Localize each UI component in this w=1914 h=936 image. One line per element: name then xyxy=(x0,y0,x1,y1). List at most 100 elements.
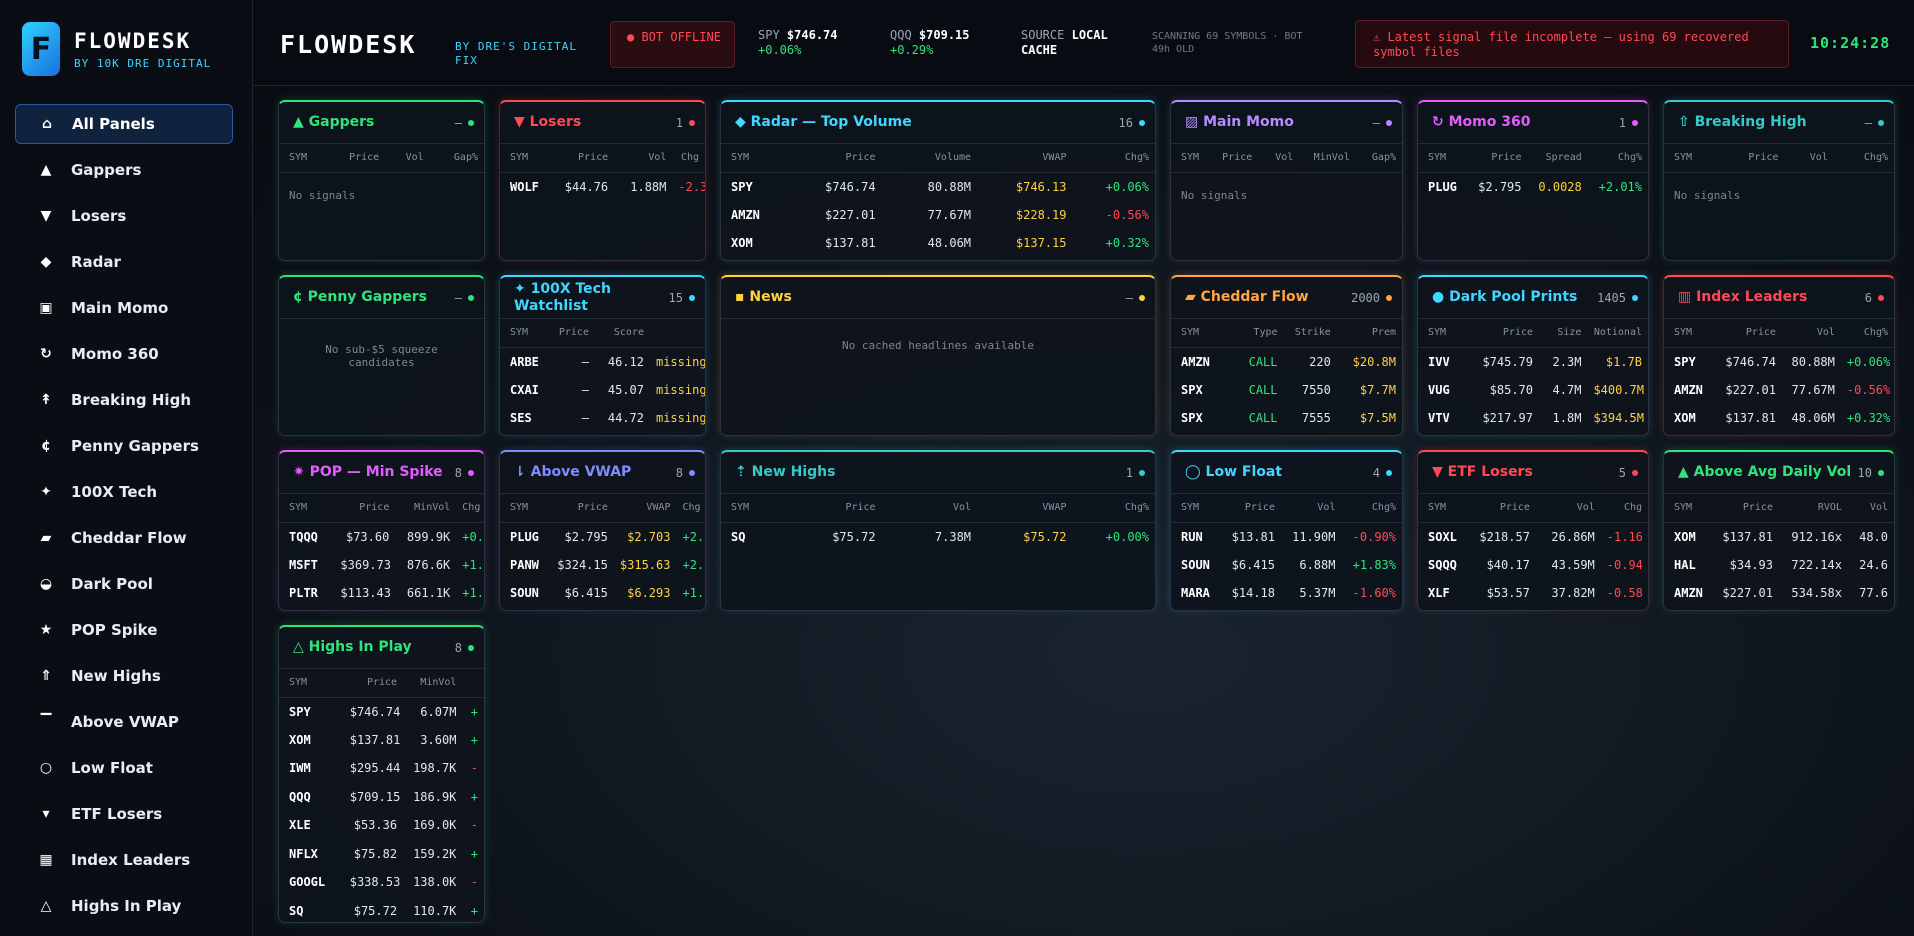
panel-header[interactable]: ▲ Above Avg Daily Vol 10 xyxy=(1664,452,1894,494)
column-header[interactable]: MinVol xyxy=(1299,144,1356,173)
sidebar-item-breaking-high[interactable]: ↟ Breaking High xyxy=(15,380,233,420)
column-header[interactable]: Score xyxy=(594,319,650,348)
table-row[interactable]: XOM $137.81 48.06M +0.32% xyxy=(1664,404,1894,433)
column-header[interactable]: SYM xyxy=(721,494,787,523)
column-header[interactable]: SYM xyxy=(500,144,552,173)
column-header[interactable] xyxy=(462,669,484,698)
sidebar-item-low-float[interactable]: ○ Low Float xyxy=(15,748,233,788)
panel-header[interactable]: △ Highs In Play 8 xyxy=(279,627,484,669)
panel-header[interactable]: ✷ POP — Min Spike 8 xyxy=(279,452,484,494)
column-header[interactable]: Chg% xyxy=(1072,144,1155,173)
column-header[interactable]: Price xyxy=(551,494,614,523)
table-row[interactable]: SOUN $6.415 $6.293 +1.8 xyxy=(500,579,705,608)
panel-header[interactable]: ⇡ New Highs 1 xyxy=(721,452,1155,494)
table-row[interactable]: XOM $137.81 912.16x 48.0 xyxy=(1664,522,1894,551)
column-header[interactable]: Vol xyxy=(1258,144,1300,173)
sidebar-item-all-panels[interactable]: ⌂ All Panels xyxy=(15,104,233,144)
column-header[interactable]: SYM xyxy=(1664,494,1716,523)
column-header[interactable]: Prem xyxy=(1336,319,1402,348)
panel-header[interactable]: ◆ Radar — Top Volume 16 xyxy=(721,102,1155,144)
panel-header[interactable]: ✦ 100X Tech Watchlist 15 xyxy=(500,277,705,319)
table-row[interactable]: AMZN $227.01 77.67M -0.56% xyxy=(1664,376,1894,405)
column-header[interactable]: SYM xyxy=(721,144,787,173)
column-header[interactable]: Price xyxy=(1467,144,1528,173)
column-header[interactable]: SYM xyxy=(500,494,552,523)
column-header[interactable]: Price xyxy=(1212,144,1259,173)
sidebar-item-above-vwap[interactable]: ▔ Above VWAP xyxy=(15,702,233,742)
table-row[interactable]: SOUN $6.415 6.88M +1.83% xyxy=(1171,551,1402,580)
panel-header[interactable]: ▨ Main Momo — xyxy=(1171,102,1402,144)
column-header[interactable]: Chg% xyxy=(1072,494,1155,523)
sidebar-item-momo-360[interactable]: ↻ Momo 360 xyxy=(15,334,233,374)
column-header[interactable]: VWAP xyxy=(977,144,1073,173)
panel-header[interactable]: ▲ Gappers — xyxy=(279,102,484,144)
column-header[interactable]: SYM xyxy=(1171,144,1213,173)
column-header[interactable]: Vol xyxy=(385,144,430,173)
column-header[interactable]: Chg xyxy=(1600,494,1648,523)
table-row[interactable]: PLTR $113.43 661.1K +1.1 xyxy=(279,579,484,608)
table-row[interactable]: XOM $137.81 48.06M $137.15 +0.32% xyxy=(721,229,1155,258)
column-header[interactable]: Chg xyxy=(672,144,705,173)
sidebar-item-gappers[interactable]: ▲ Gappers xyxy=(15,150,233,190)
column-header[interactable]: Price xyxy=(1717,319,1782,348)
column-header[interactable]: Vol xyxy=(1847,494,1894,523)
panel-header[interactable]: ▪ News — xyxy=(721,277,1155,319)
table-row[interactable]: SES — 44.72 missing xyxy=(500,404,705,433)
column-header[interactable]: Vol xyxy=(614,144,673,173)
column-header[interactable]: Price xyxy=(786,144,882,173)
column-header[interactable]: Type xyxy=(1230,319,1284,348)
table-row[interactable]: TQQQ $73.60 899.9K +0.8 xyxy=(279,522,484,551)
sidebar-item-cheddar-flow[interactable]: ▰ Cheddar Flow xyxy=(15,518,233,558)
table-row[interactable]: MSFT $369.73 876.6K +1.2 xyxy=(279,551,484,580)
table-row[interactable]: PLUG $2.795 0.0028 +2.01% xyxy=(1418,172,1648,201)
sidebar-item-radar[interactable]: ◆ Radar xyxy=(15,242,233,282)
table-row[interactable]: AMZN $227.01 534.58x 77.6 xyxy=(1664,579,1894,608)
column-header[interactable]: Price xyxy=(333,144,386,173)
panel-header[interactable]: ◯ Low Float 4 xyxy=(1171,452,1402,494)
sidebar-item-index-leaders[interactable]: ▦ Index Leaders xyxy=(15,840,233,880)
table-row[interactable]: RUN $13.81 11.90M -0.90% xyxy=(1171,522,1402,551)
column-header[interactable]: MinVol xyxy=(395,494,457,523)
table-row[interactable]: XLF $53.57 37.82M -0.58 xyxy=(1418,579,1648,608)
column-header[interactable]: Price xyxy=(786,494,882,523)
column-header[interactable]: SYM xyxy=(279,494,335,523)
panel-header[interactable]: ● Dark Pool Prints 1405 xyxy=(1418,277,1648,319)
panel-header[interactable]: ⇧ Breaking High — xyxy=(1664,102,1894,144)
table-row[interactable]: MARA $14.18 5.37M -1.60% xyxy=(1171,579,1402,608)
table-row[interactable]: NFLX $75.82 159.2K + xyxy=(279,840,484,869)
column-header[interactable]: Chg% xyxy=(1587,144,1648,173)
sidebar-item-losers[interactable]: ▼ Losers xyxy=(15,196,233,236)
column-header[interactable]: Price xyxy=(551,144,615,173)
column-header[interactable]: SYM xyxy=(1171,494,1221,523)
column-header[interactable]: Gap% xyxy=(429,144,484,173)
table-row[interactable]: XLE $53.36 169.0K - xyxy=(279,811,484,840)
table-row[interactable]: SQ $75.72 7.38M $75.72 +0.00% xyxy=(721,522,1155,551)
column-header[interactable]: SYM xyxy=(1664,144,1719,173)
panel-header[interactable]: ⇂ Above VWAP 8 xyxy=(500,452,705,494)
sidebar-item-pop-spike[interactable]: ★ POP Spike xyxy=(15,610,233,650)
column-header[interactable]: Price xyxy=(550,319,595,348)
sidebar-item-highs-in-play[interactable]: △ Highs In Play xyxy=(15,886,233,926)
ticker-spy[interactable]: SPY $746.74 +0.06% xyxy=(758,28,838,58)
ticker-qqq[interactable]: QQQ $709.15 +0.29% xyxy=(890,28,970,58)
column-header[interactable]: Price xyxy=(1220,494,1281,523)
column-header[interactable]: SYM xyxy=(1418,494,1472,523)
table-row[interactable]: SPX CALL 7555 $7.5M xyxy=(1171,404,1402,433)
column-header[interactable]: Chg% xyxy=(1341,494,1402,523)
column-header[interactable]: Vol xyxy=(881,494,978,523)
table-row[interactable]: AMZN $227.01 77.67M $228.19 -0.56% xyxy=(721,201,1155,230)
sidebar-item-main-momo[interactable]: ▣ Main Momo xyxy=(15,288,233,328)
column-header[interactable]: SYM xyxy=(279,669,344,698)
sidebar-item-100x-tech[interactable]: ✦ 100X Tech xyxy=(15,472,233,512)
table-row[interactable]: GOOGL $338.53 138.0K - xyxy=(279,868,484,897)
panel-header[interactable]: ▼ ETF Losers 5 xyxy=(1418,452,1648,494)
table-row[interactable]: QQQ $709.15 186.9K + xyxy=(279,783,484,812)
panel-header[interactable]: ¢ Penny Gappers — xyxy=(279,277,484,319)
table-row[interactable]: SOXL $218.57 26.86M -1.16 xyxy=(1418,522,1648,551)
table-row[interactable]: CXAI — 45.07 missing xyxy=(500,376,705,405)
panel-header[interactable]: ▥ Index Leaders 6 xyxy=(1664,277,1894,319)
column-header[interactable]: Vol xyxy=(1784,144,1834,173)
column-header[interactable]: Chg xyxy=(456,494,484,523)
column-header[interactable]: Vol xyxy=(1280,494,1342,523)
column-header[interactable]: SYM xyxy=(1171,319,1231,348)
